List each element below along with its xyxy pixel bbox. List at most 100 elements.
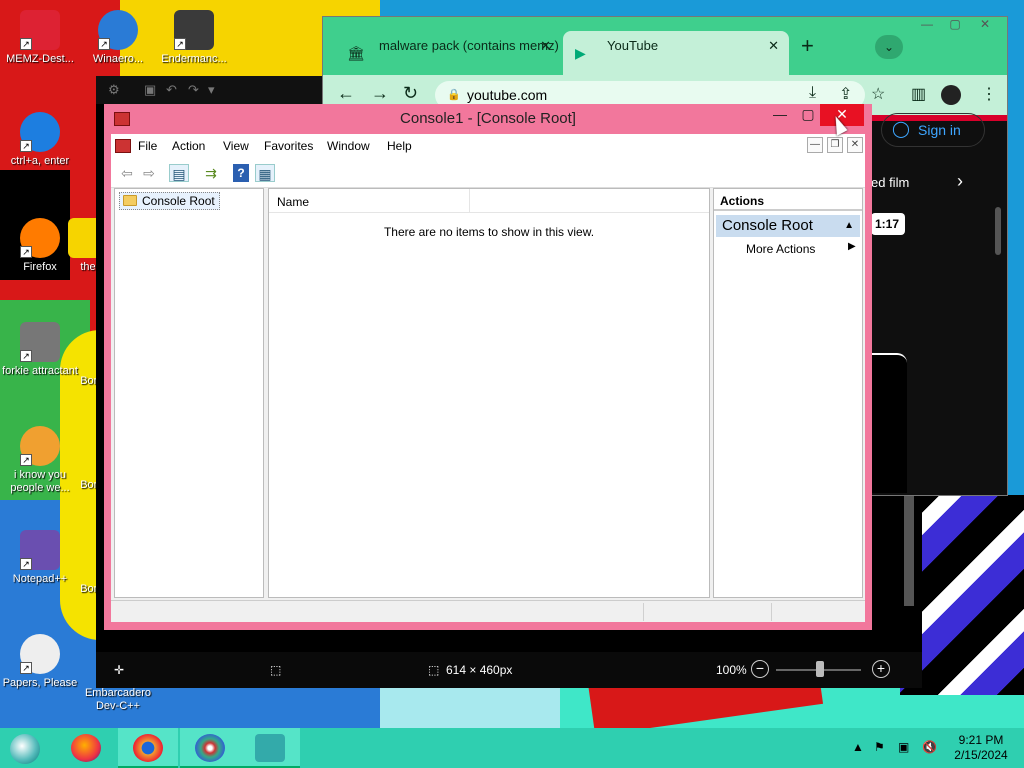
collapse-triangle-icon[interactable]: ▲ bbox=[844, 215, 854, 237]
desktop-icon-papers-please[interactable]: ↗ Papers, Please bbox=[0, 634, 80, 690]
zoom-slider-thumb[interactable] bbox=[816, 661, 824, 677]
help-icon[interactable]: ? bbox=[233, 164, 249, 182]
network-icon[interactable]: ▣ bbox=[898, 740, 909, 754]
menu-kebab-icon[interactable]: ⋮ bbox=[981, 84, 997, 104]
empty-view-message: There are no items to show in this view. bbox=[383, 225, 595, 239]
forward-icon[interactable]: → bbox=[371, 83, 389, 104]
chrome-icon: ↗ bbox=[20, 426, 60, 466]
gear-monitor-icon: ↗ bbox=[20, 322, 60, 362]
zoom-level: 100% bbox=[716, 663, 747, 677]
zoom-out-button[interactable]: − bbox=[751, 660, 769, 678]
taskbar: ▲ ⚑ ▣ 🔇 9:21 PM 2/15/2024 bbox=[0, 728, 1024, 768]
mmc-toolbar: ⇦ ⇨ ▤ ⇉ ? ▦ bbox=[111, 158, 865, 188]
side-panel-icon[interactable]: ▥ bbox=[911, 84, 926, 104]
chip-text[interactable]: ed film bbox=[871, 175, 909, 190]
minimize-button[interactable]: — bbox=[913, 17, 941, 35]
desktop-icon-endermanch[interactable]: ↗ Endermanc... bbox=[154, 10, 234, 66]
child-minimize-button[interactable]: — bbox=[807, 137, 823, 153]
video-thumbnail[interactable] bbox=[871, 353, 907, 493]
tab-title: YouTube bbox=[607, 38, 659, 53]
close-button[interactable]: ✕ bbox=[971, 17, 999, 35]
save-icon[interactable]: ▣ bbox=[144, 82, 160, 98]
tab-close-button[interactable]: ✕ bbox=[768, 31, 779, 61]
maximize-button[interactable]: ▢ bbox=[941, 17, 969, 35]
share-icon[interactable]: ⇪ bbox=[839, 84, 852, 104]
move-icon[interactable]: ✛ bbox=[114, 663, 124, 677]
flag-icon[interactable]: ⚑ bbox=[874, 740, 885, 754]
console-icon[interactable] bbox=[115, 139, 131, 153]
window-title: Console1 - [Console Root] bbox=[400, 110, 576, 127]
status-bar bbox=[111, 600, 865, 622]
column-name[interactable]: Name bbox=[277, 195, 309, 209]
tab-malware-pack[interactable]: 🏛 malware pack (contains memz) ✕ bbox=[335, 31, 561, 61]
speaker-muted-icon[interactable]: 🔇 bbox=[922, 740, 937, 754]
back-icon[interactable]: ← bbox=[337, 83, 355, 104]
export-list-icon[interactable]: ⇉ bbox=[201, 164, 221, 182]
page-scrollbar[interactable] bbox=[995, 207, 1001, 255]
tab-title: malware pack (contains memz) bbox=[379, 38, 559, 53]
console-tree-pane: Console Root bbox=[114, 188, 264, 598]
image-size-icon: ⬚ bbox=[428, 663, 440, 677]
desktop-icon-winaero[interactable]: ↗ Winaero... bbox=[78, 10, 158, 66]
bank-icon: 🏛 bbox=[347, 45, 365, 61]
taskbar-firefox[interactable] bbox=[56, 728, 116, 768]
desktop-icon-memz[interactable]: ↗ MEMZ-Dest... bbox=[0, 10, 80, 66]
menu-window[interactable]: Window bbox=[327, 139, 370, 153]
sign-in-button[interactable]: ◯ Sign in bbox=[881, 113, 985, 147]
image-dimensions: 614 × 460px bbox=[446, 663, 513, 677]
actions-pane: Actions Console Root ▲ More Actions ▶ bbox=[713, 188, 863, 598]
menu-view[interactable]: View bbox=[223, 139, 249, 153]
status-divider bbox=[643, 603, 644, 621]
child-close-button[interactable]: ✕ bbox=[847, 137, 863, 153]
selection-icon[interactable]: ⬚ bbox=[270, 663, 281, 677]
menu-file[interactable]: File bbox=[138, 139, 157, 153]
sign-in-label: Sign in bbox=[918, 122, 961, 138]
show-hide-tree-icon[interactable]: ▤ bbox=[169, 164, 189, 182]
menu-favorites[interactable]: Favorites bbox=[264, 139, 313, 153]
column-header: Name bbox=[269, 189, 709, 213]
profile-avatar[interactable] bbox=[941, 85, 961, 105]
mmc-titlebar[interactable]: Console1 - [Console Root] — ▢ ✕ bbox=[104, 104, 872, 134]
tab-youtube[interactable]: ▶ YouTube ✕ bbox=[563, 31, 789, 75]
firefox-icon bbox=[71, 734, 101, 762]
clock[interactable]: 9:21 PM 2/15/2024 bbox=[946, 733, 1016, 763]
show-hide-action-pane-icon[interactable]: ▦ bbox=[255, 164, 275, 182]
back-icon[interactable]: ⇦ bbox=[117, 164, 137, 182]
child-restore-button[interactable]: ❐ bbox=[827, 137, 843, 153]
folder-icon bbox=[123, 195, 137, 206]
menu-action[interactable]: Action bbox=[172, 139, 205, 153]
new-tab-button[interactable]: + bbox=[801, 35, 814, 57]
column-divider[interactable] bbox=[469, 189, 470, 213]
show-hidden-icons[interactable]: ▲ bbox=[852, 740, 864, 754]
actions-group-label: Console Root bbox=[722, 217, 813, 234]
viewer-scrollbar[interactable] bbox=[904, 496, 914, 606]
tree-node-console-root[interactable]: Console Root bbox=[119, 192, 220, 210]
forward-icon[interactable]: ⇨ bbox=[139, 164, 159, 182]
chevron-right-icon[interactable]: › bbox=[957, 171, 963, 192]
install-icon[interactable]: ⤓ bbox=[809, 84, 816, 102]
zoom-in-button[interactable]: + bbox=[872, 660, 890, 678]
menu-help[interactable]: Help bbox=[387, 139, 412, 153]
edge-icon: ↗ bbox=[20, 112, 60, 152]
reload-icon[interactable]: ↻ bbox=[403, 83, 418, 104]
tab-search-button[interactable]: ⌄ bbox=[875, 35, 903, 59]
status-divider bbox=[771, 603, 772, 621]
person-icon: ◯ bbox=[892, 121, 910, 138]
endermanch-icon: ↗ bbox=[174, 10, 214, 50]
desktop-icon-ctrl-a[interactable]: ↗ ctrl+a, enter bbox=[0, 112, 80, 168]
play-icon: ▶ bbox=[575, 45, 586, 61]
bookmark-star-icon[interactable]: ☆ bbox=[871, 84, 885, 104]
redo-icon[interactable]: ↷ bbox=[188, 82, 204, 98]
taskbar-chrome[interactable] bbox=[118, 728, 178, 768]
results-pane: Name There are no items to show in this … bbox=[268, 188, 710, 598]
undo-icon[interactable]: ↶ bbox=[166, 82, 182, 98]
settings-icon[interactable]: ⚙ bbox=[108, 82, 124, 98]
taskbar-paint[interactable] bbox=[180, 728, 240, 768]
more-actions-item[interactable]: More Actions bbox=[746, 242, 815, 256]
dropdown-icon[interactable]: ▾ bbox=[208, 82, 224, 98]
tab-close-button[interactable]: ✕ bbox=[540, 31, 551, 61]
memz-icon: ↗ bbox=[20, 10, 60, 50]
start-button[interactable] bbox=[10, 734, 40, 764]
actions-group-console-root[interactable]: Console Root ▲ bbox=[716, 215, 860, 237]
taskbar-mmc[interactable] bbox=[240, 728, 300, 768]
